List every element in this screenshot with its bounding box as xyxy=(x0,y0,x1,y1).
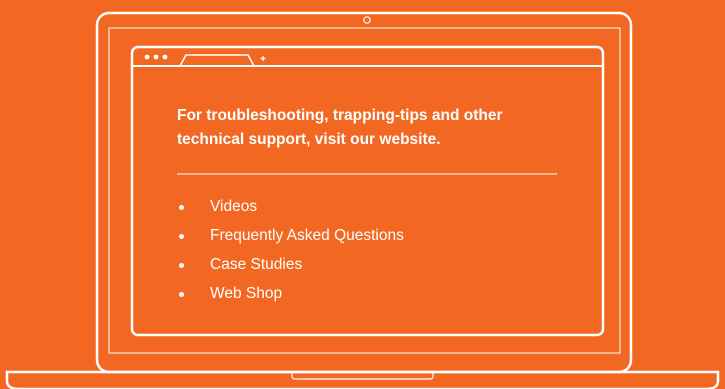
link-web-shop[interactable]: Web Shop xyxy=(177,279,404,308)
webcam-icon xyxy=(363,16,371,24)
support-message: For troubleshooting, trapping-tips and o… xyxy=(177,104,577,152)
link-label: Case Studies xyxy=(210,256,303,273)
link-label: Frequently Asked Questions xyxy=(210,227,404,244)
laptop-notch xyxy=(291,373,434,380)
browser-tab-icon[interactable] xyxy=(179,54,255,67)
bullet-icon xyxy=(179,205,184,210)
support-headline-line-2: technical support, visit our website. xyxy=(177,131,441,148)
link-label: Web Shop xyxy=(210,285,283,302)
bullet-icon xyxy=(179,263,184,268)
link-faq[interactable]: Frequently Asked Questions xyxy=(177,221,404,250)
link-videos[interactable]: Videos xyxy=(177,192,404,221)
window-dots-icon xyxy=(144,54,168,60)
new-tab-plus-icon[interactable] xyxy=(260,56,266,61)
support-headline-line-1: For troubleshooting, trapping-tips and o… xyxy=(177,107,503,124)
support-headline: For troubleshooting, trapping-tips and o… xyxy=(177,104,577,152)
link-case-studies[interactable]: Case Studies xyxy=(177,250,404,279)
bullet-icon xyxy=(179,234,184,239)
laptop-base xyxy=(5,370,720,389)
support-links-list: Videos Frequently Asked Questions Case S… xyxy=(177,192,404,308)
link-label: Videos xyxy=(210,198,258,215)
bullet-icon xyxy=(179,292,184,297)
